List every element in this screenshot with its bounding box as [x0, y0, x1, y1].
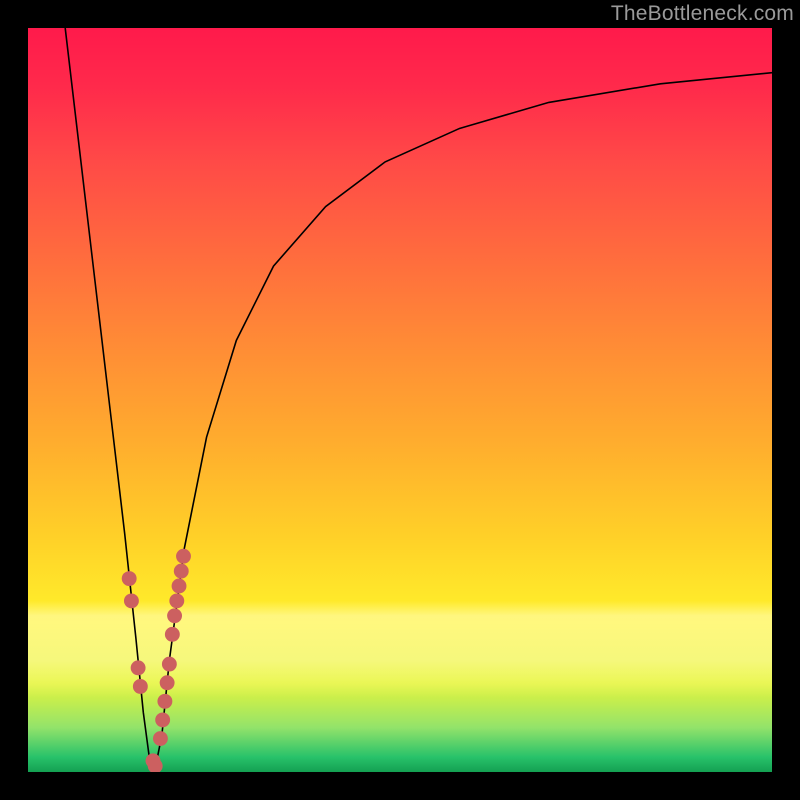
highlight-dot: [169, 593, 184, 608]
chart-frame: TheBottleneck.com: [0, 0, 800, 800]
highlight-dot: [148, 759, 163, 772]
highlight-dot: [176, 549, 191, 564]
highlight-dot: [165, 627, 180, 642]
highlight-dot: [172, 579, 187, 594]
highlight-dot: [124, 593, 139, 608]
highlight-dot: [174, 564, 189, 579]
highlight-dot: [167, 608, 182, 623]
highlight-dot: [131, 660, 146, 675]
chart-svg: [28, 28, 772, 772]
highlight-dot: [122, 571, 137, 586]
highlight-dots: [122, 549, 191, 772]
highlight-dot: [133, 679, 148, 694]
watermark-text: TheBottleneck.com: [611, 2, 794, 26]
highlight-dot: [162, 657, 177, 672]
highlight-dot: [153, 731, 168, 746]
plot-area: [28, 28, 772, 772]
highlight-dot: [155, 712, 170, 727]
highlight-dot: [157, 694, 172, 709]
highlight-dot: [160, 675, 175, 690]
